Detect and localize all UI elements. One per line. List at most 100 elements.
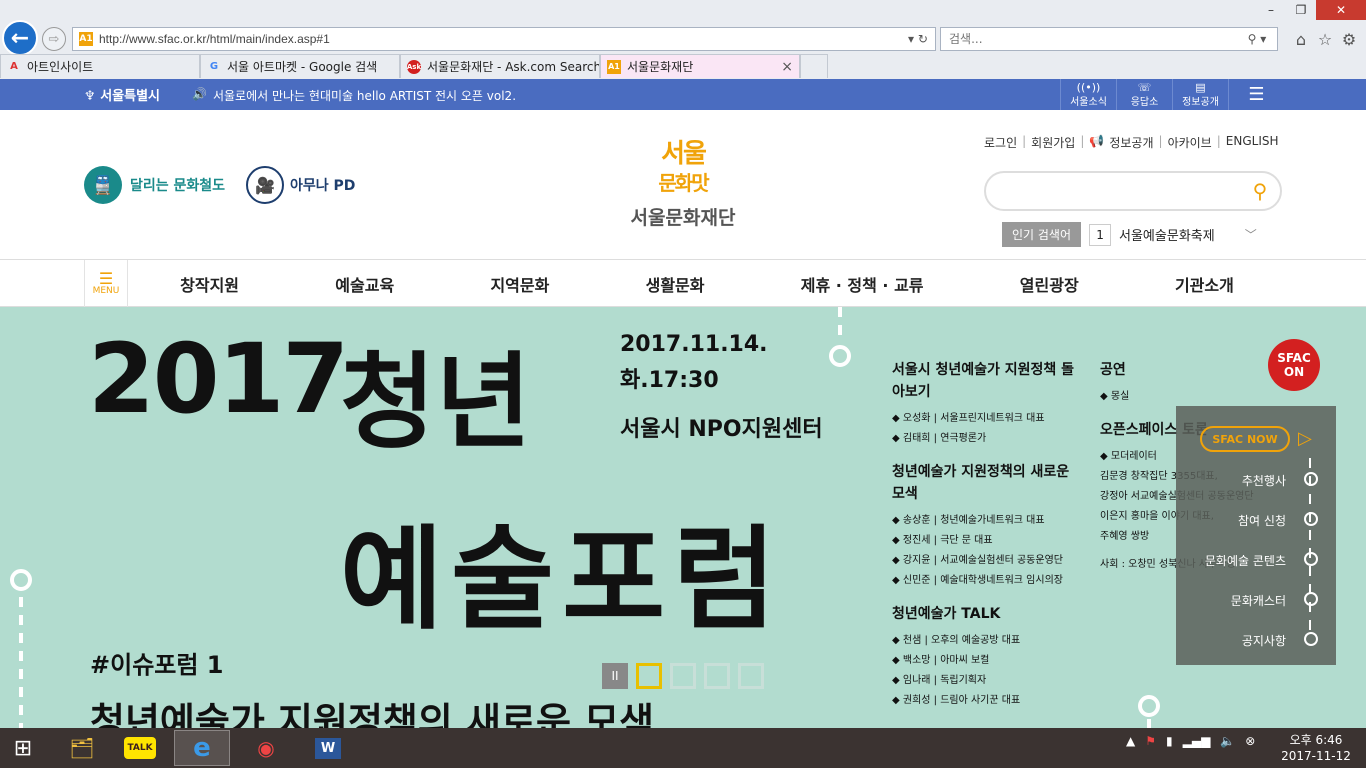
amuna-pd-label: 아무나 PD: [290, 178, 356, 194]
tab-close-icon[interactable]: ×: [781, 59, 793, 75]
slider-pause-button[interactable]: II: [602, 663, 628, 689]
kakaotalk-icon[interactable]: TALK: [112, 730, 168, 766]
signup-link[interactable]: 회원가입: [1031, 134, 1075, 151]
clock-time: 오후 6:46: [1289, 733, 1343, 747]
info-link[interactable]: 정보공개: [1109, 134, 1153, 151]
battery-icon[interactable]: ▮: [1166, 734, 1173, 748]
settings-gear-icon[interactable]: ⚙: [1338, 28, 1360, 50]
tab-google[interactable]: G 서울 아트마켓 - Google 검색: [200, 54, 400, 78]
quick-item-apply[interactable]: 참여 신청: [1238, 512, 1286, 529]
archive-link[interactable]: 아카이브: [1168, 134, 1212, 151]
close-window-button[interactable]: ✕: [1316, 0, 1366, 20]
word-icon[interactable]: W: [300, 730, 356, 766]
tab-title: 서울문화재단: [627, 60, 694, 74]
speaker-line: ◆ 송상훈 | 청년예술가네트워크 대표: [892, 515, 1045, 526]
system-clock[interactable]: 오후 6:46 2017-11-12: [1276, 732, 1356, 764]
slider-page-3[interactable]: [704, 663, 730, 689]
refresh-icon[interactable]: ▾ ↻: [901, 32, 935, 46]
util-label: 정보공개: [1182, 96, 1219, 108]
seoul-news-button[interactable]: ((•)) 서울소식: [1060, 79, 1116, 110]
quick-dot[interactable]: [1304, 552, 1318, 566]
internet-explorer-icon[interactable]: e: [174, 730, 230, 766]
response-center-button[interactable]: ☏ 응답소: [1116, 79, 1172, 110]
slider-page-1[interactable]: [636, 663, 662, 689]
volume-icon[interactable]: 🔈: [1220, 734, 1235, 748]
nav-item-about[interactable]: 기관소개: [1175, 272, 1234, 296]
url-text[interactable]: http://www.sfac.or.kr/html/main/index.as…: [99, 32, 901, 46]
notice-text: 서울로에서 만나는 현대미술 hello ARTIST 전시 오픈 vol2.: [212, 89, 517, 103]
login-link[interactable]: 로그인: [984, 134, 1017, 151]
tab-title: 아트인사이트: [27, 60, 94, 74]
file-explorer-icon[interactable]: 🗂: [54, 730, 110, 766]
logo-name: 서울문화재단: [630, 207, 736, 229]
tv-play-icon[interactable]: ▷: [1298, 428, 1312, 449]
quick-dot[interactable]: [1304, 592, 1318, 606]
slider-page-4[interactable]: [738, 663, 764, 689]
speaker-line: ◆ 신민준 | 예술대학생네트워크 임시의장: [892, 575, 1063, 586]
section-title: 서울시 청년예술가 지원정책 돌아보기: [892, 362, 1075, 400]
new-tab-button[interactable]: [800, 54, 828, 78]
nav-item-creation[interactable]: 창작지원: [180, 272, 239, 296]
nav-item-open[interactable]: 열린광장: [1020, 272, 1079, 296]
ask-icon: Ask: [407, 59, 421, 74]
tab-sfac[interactable]: A1 서울문화재단 ×: [600, 54, 800, 78]
sfac-on-badge[interactable]: SFAC ON: [1268, 339, 1320, 391]
chrome-icon[interactable]: ◉: [238, 730, 294, 766]
amuna-pd-link[interactable]: 🎥 아무나 PD: [246, 166, 355, 204]
nav-item-policy[interactable]: 제휴 · 정책 · 교류: [801, 272, 924, 296]
nav-item-life[interactable]: 생활문화: [646, 272, 705, 296]
chevron-down-icon[interactable]: ﹀: [1245, 226, 1257, 243]
list-icon: ☰: [1248, 84, 1265, 105]
system-tray: ▲ ⚑ ▮ ▂▄▆ 🔈 ⊗: [1126, 734, 1255, 748]
maximize-button[interactable]: ❐: [1286, 0, 1316, 20]
windows-start-icon[interactable]: ⊞: [8, 734, 38, 762]
keyword-link[interactable]: 서울예술문화축제: [1119, 225, 1215, 244]
flag-icon[interactable]: ⚑: [1145, 734, 1156, 748]
quick-dot[interactable]: [1304, 632, 1318, 646]
home-icon[interactable]: ⌂: [1290, 28, 1312, 50]
hero-subtitle: 청년예술가 지원정책의 새로운 모색: [90, 700, 655, 728]
browser-search-box[interactable]: ⚲ ▾: [940, 27, 1278, 51]
minimize-button[interactable]: –: [1256, 0, 1286, 20]
menu-button[interactable]: ☰ MENU: [84, 260, 128, 307]
tab-ask[interactable]: Ask 서울문화재단 - Ask.com Search: [400, 54, 600, 78]
forward-button[interactable]: ⇨: [42, 27, 66, 51]
quick-item-recommended[interactable]: 추천행사: [1242, 472, 1286, 489]
speaker-line: ◆ 임나래 | 독립기획자: [892, 675, 987, 686]
search-icon[interactable]: ⚲: [1240, 179, 1280, 203]
timeline-dash: [1147, 719, 1151, 728]
browser-search-input[interactable]: [941, 32, 1237, 46]
hero-banner[interactable]: 2017 청년 예술포럼 2017.11.14. 화.17:30 서울시 NPO지…: [0, 307, 1366, 728]
signal-icon[interactable]: ▂▄▆: [1183, 734, 1211, 748]
info-disclosure-button[interactable]: ▤ 정보공개: [1172, 79, 1228, 110]
util-links: 로그인 | 회원가입 | 📢 정보공개 | 아카이브 | ENGLISH: [984, 134, 1279, 151]
quick-item-contents[interactable]: 문화예술 콘텐츠: [1205, 552, 1286, 569]
back-button[interactable]: ←: [2, 20, 38, 56]
slider-page-2[interactable]: [670, 663, 696, 689]
favorites-star-icon[interactable]: ☆: [1314, 28, 1336, 50]
main-nav: ☰ MENU 창작지원 예술교육 지역문화 생활문화 제휴 · 정책 · 교류 …: [0, 260, 1366, 307]
culture-train-link[interactable]: 🚆 달리는 문화철도: [84, 166, 225, 204]
all-menu-button[interactable]: ☰: [1228, 79, 1284, 110]
hero-year: 2017: [88, 323, 349, 435]
magnifier-icon[interactable]: ⚲ ▾: [1237, 32, 1277, 46]
notice-ticker[interactable]: 🔊 서울로에서 만나는 현대미술 hello ARTIST 전시 오픈 vol2.: [192, 87, 516, 104]
address-bar[interactable]: A1 http://www.sfac.or.kr/html/main/index…: [72, 27, 936, 51]
sfac-logo[interactable]: 서울 문화맛 서울문화재단: [610, 140, 756, 230]
quick-item-caster[interactable]: 문화캐스터: [1231, 592, 1286, 609]
clock-date: 2017-11-12: [1281, 749, 1351, 763]
quick-dot[interactable]: [1304, 512, 1318, 526]
site-favicon: A1: [79, 32, 93, 46]
sfac-now-button[interactable]: SFAC NOW: [1200, 426, 1290, 452]
english-link[interactable]: ENGLISH: [1226, 134, 1279, 151]
nav-item-education[interactable]: 예술교육: [335, 272, 394, 296]
tab-artinsight[interactable]: A 아트인사이트: [0, 54, 200, 78]
seoul-city-link[interactable]: ♆ 서울특별시: [84, 85, 160, 104]
quick-dot[interactable]: [1304, 472, 1318, 486]
site-search-input[interactable]: [986, 183, 1240, 199]
nav-item-local[interactable]: 지역문화: [490, 272, 549, 296]
notification-icon[interactable]: ⊗: [1245, 734, 1255, 748]
speaker-icon: 🔊: [192, 87, 207, 101]
quick-item-notice[interactable]: 공지사항: [1242, 632, 1286, 649]
tray-expand-icon[interactable]: ▲: [1126, 734, 1135, 748]
